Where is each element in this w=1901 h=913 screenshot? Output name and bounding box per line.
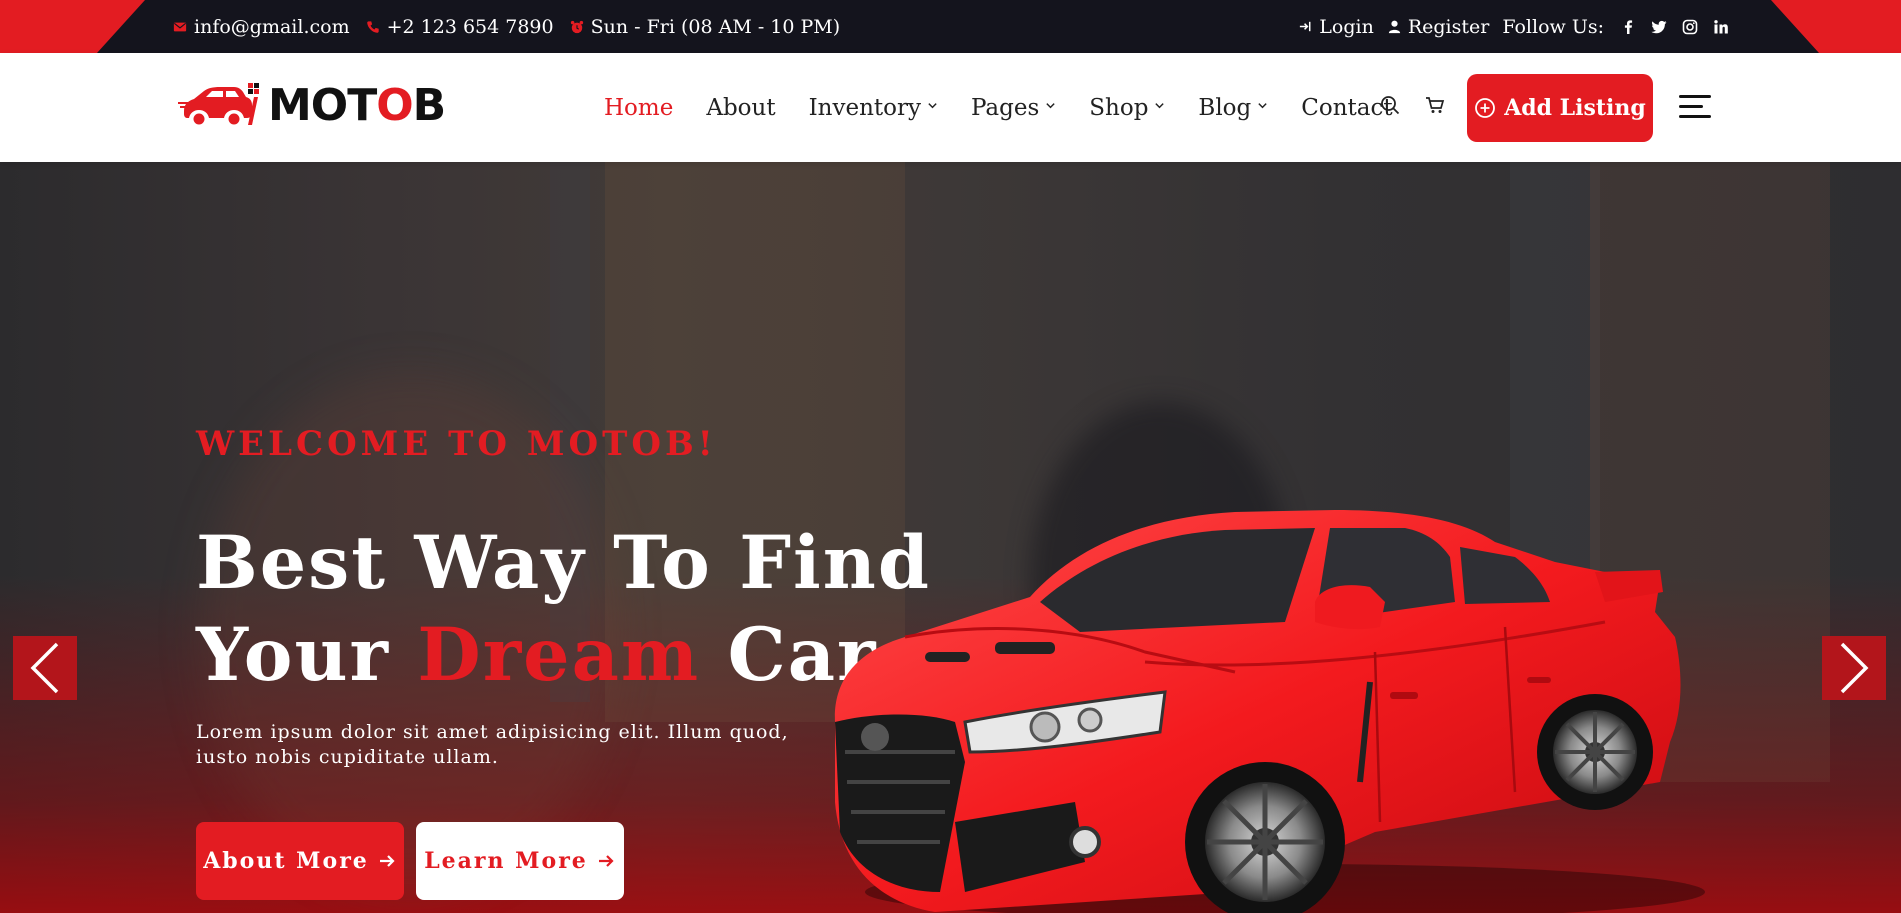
learn-more-button[interactable]: Learn More — [416, 822, 624, 900]
red-sports-car-image — [834, 510, 1705, 913]
arrow-right-icon — [379, 855, 395, 867]
linkedin-icon[interactable] — [1712, 18, 1729, 35]
nav-item-pages[interactable]: Pages — [971, 95, 1056, 121]
chevron-down-icon — [1154, 100, 1165, 114]
envelope-icon — [173, 20, 187, 34]
user-icon — [1388, 20, 1400, 34]
alarm-clock-icon — [570, 20, 584, 34]
top-bar: info@gmail.com +2 123 654 7890 Sun - Fri… — [0, 0, 1901, 53]
follow-us-label: Follow Us: — [1502, 15, 1604, 38]
search-icon[interactable] — [1378, 93, 1402, 117]
hero-slider: WELCOME TO MOTOB! Best Way To Find Your … — [0, 162, 1901, 913]
about-more-button[interactable]: About More — [196, 822, 404, 900]
slider-next-button[interactable] — [1822, 636, 1886, 700]
phone-text: +2 123 654 7890 — [386, 15, 554, 38]
main-nav: Home About Inventory Pages Shop Blog Con… — [604, 53, 1426, 162]
about-more-label: About More — [203, 848, 369, 874]
twitter-icon[interactable] — [1650, 18, 1667, 35]
slider-prev-button[interactable] — [13, 636, 77, 700]
nav-item-home[interactable]: Home — [604, 95, 673, 121]
chevron-down-icon — [1045, 100, 1056, 114]
add-listing-label: Add Listing — [1504, 95, 1646, 121]
hero-subtitle: WELCOME TO MOTOB! — [196, 424, 717, 464]
main-header: MOTOB Home About Inventory Pages Shop Bl… — [0, 53, 1901, 162]
phone-icon — [366, 20, 380, 34]
plus-circle-icon — [1475, 98, 1496, 118]
hero-description: Lorem ipsum dolor sit amet adipisicing e… — [196, 721, 789, 768]
login-icon — [1300, 21, 1311, 32]
login-link[interactable]: Login — [1298, 16, 1374, 38]
hamburger-menu-icon[interactable] — [1679, 93, 1713, 121]
hours-item: Sun - Fri (08 AM - 10 PM) — [570, 15, 841, 38]
phone-item[interactable]: +2 123 654 7890 — [366, 16, 554, 38]
facebook-icon[interactable] — [1619, 18, 1636, 35]
account-links: Login Register Follow Us: — [1298, 0, 1729, 53]
hours-text: Sun - Fri (08 AM - 10 PM) — [590, 15, 841, 38]
cart-icon[interactable] — [1423, 93, 1447, 117]
login-label: Login — [1319, 15, 1374, 38]
contact-info: info@gmail.com +2 123 654 7890 Sun - Fri… — [173, 0, 840, 53]
chevron-left-icon — [30, 642, 59, 694]
chevron-down-icon — [1257, 100, 1268, 114]
social-links — [1619, 18, 1729, 35]
register-label: Register — [1407, 15, 1490, 38]
nav-item-about[interactable]: About — [706, 95, 775, 121]
arrow-right-icon — [598, 855, 614, 867]
chevron-down-icon — [927, 100, 938, 114]
learn-more-label: Learn More — [424, 848, 588, 874]
car-logo-icon — [178, 77, 260, 133]
logo[interactable]: MOTOB — [178, 75, 446, 135]
email-item[interactable]: info@gmail.com — [173, 16, 350, 38]
add-listing-button[interactable]: Add Listing — [1467, 74, 1653, 142]
instagram-icon[interactable] — [1681, 18, 1698, 35]
nav-item-inventory[interactable]: Inventory — [809, 95, 938, 121]
nav-item-blog[interactable]: Blog — [1198, 95, 1268, 121]
nav-item-shop[interactable]: Shop — [1089, 95, 1165, 121]
chevron-right-icon — [1840, 642, 1869, 694]
register-link[interactable]: Register — [1387, 15, 1490, 38]
email-text: info@gmail.com — [194, 15, 350, 38]
logo-text: MOTOB — [268, 79, 446, 131]
